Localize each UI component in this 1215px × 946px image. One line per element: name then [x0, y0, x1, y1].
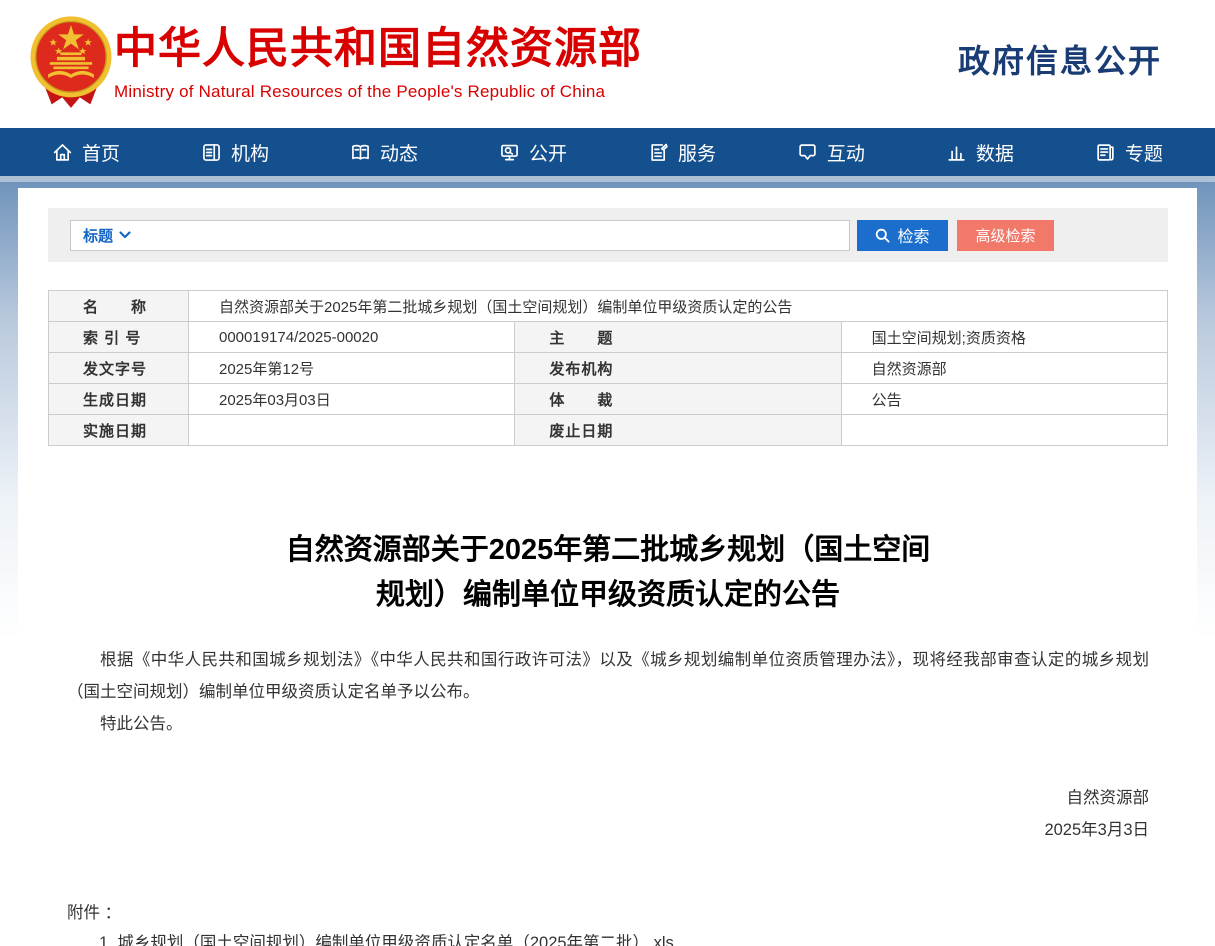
nav-item-label: 机构: [231, 139, 269, 166]
table-row: 生成日期 2025年03月03日 体 裁 公告: [49, 384, 1168, 415]
meta-value-doc-number: 2025年第12号: [189, 353, 515, 384]
article-body: 根据《中华人民共和国城乡规划法》《中华人民共和国行政许可法》以及《城乡规划编制单…: [67, 644, 1149, 740]
meta-label-effective-date: 实施日期: [49, 415, 189, 446]
topics-icon: [1095, 142, 1116, 163]
content-panel: 标题 检索 高级检索 名 称 自然资源部关于2025年第二批城乡规划（国土空间规…: [18, 188, 1197, 946]
nav-item-label: 数据: [976, 139, 1014, 166]
interaction-icon: [797, 142, 818, 163]
nav-item-data[interactable]: 数据: [946, 139, 1014, 166]
meta-value-subject: 国土空间规划;资质资格: [841, 322, 1167, 353]
meta-label-generated-date: 生成日期: [49, 384, 189, 415]
meta-label-issuing-agency: 发布机构: [515, 353, 841, 384]
meta-value-effective-date: [189, 415, 515, 446]
nav-item-label: 首页: [82, 139, 120, 166]
table-row: 索 引 号 000019174/2025-00020 主 题 国土空间规划;资质…: [49, 322, 1168, 353]
nav-item-topics[interactable]: 专题: [1095, 139, 1163, 166]
disclosure-icon: [499, 142, 520, 163]
nav-item-label: 动态: [380, 139, 418, 166]
nav-item-label: 专题: [1125, 139, 1163, 166]
nav-item-home[interactable]: 首页: [52, 139, 120, 166]
attachments-label: 附件 ：: [67, 898, 1149, 928]
search-field-selector[interactable]: 标题: [83, 225, 131, 246]
meta-value-genre: 公告: [841, 384, 1167, 415]
meta-label-genre: 体 裁: [515, 384, 841, 415]
nav-item-disclosure[interactable]: 公开: [499, 139, 567, 166]
table-row: 名 称 自然资源部关于2025年第二批城乡规划（国土空间规划）编制单位甲级资质认…: [49, 291, 1168, 322]
page-background: 标题 检索 高级检索 名 称 自然资源部关于2025年第二批城乡规划（国土空间规…: [0, 182, 1215, 946]
nav-item-interaction[interactable]: 互动: [797, 139, 865, 166]
article-title-line1: 自然资源部关于2025年第二批城乡规划（国土空间: [67, 528, 1149, 573]
meta-value-index-number: 000019174/2025-00020: [189, 322, 515, 353]
article-title: 自然资源部关于2025年第二批城乡规划（国土空间 规划）编制单位甲级资质认定的公…: [67, 528, 1149, 618]
meta-label-subject: 主 题: [515, 322, 841, 353]
advanced-search-button[interactable]: 高级检索: [957, 220, 1054, 251]
search-band: 标题 检索 高级检索: [48, 208, 1168, 262]
search-button[interactable]: 检索: [857, 220, 948, 251]
meta-value-generated-date: 2025年03月03日: [189, 384, 515, 415]
article-paragraph: 特此公告。: [67, 708, 1149, 740]
attachment-link-1[interactable]: 1. 城乡规划（国土空间规划）编制单位甲级资质认定名单（2025年第二批）.xl…: [99, 928, 1149, 946]
document-meta-table: 名 称 自然资源部关于2025年第二批城乡规划（国土空间规划）编制单位甲级资质认…: [48, 290, 1168, 446]
meta-label-index-number: 索 引 号: [49, 322, 189, 353]
nav-item-label: 公开: [529, 139, 567, 166]
meta-label-repeal-date: 废止日期: [515, 415, 841, 446]
article-paragraph: 根据《中华人民共和国城乡规划法》《中华人民共和国行政许可法》以及《城乡规划编制单…: [67, 644, 1149, 708]
chevron-down-icon: [119, 231, 131, 239]
article: 自然资源部关于2025年第二批城乡规划（国土空间 规划）编制单位甲级资质认定的公…: [48, 528, 1168, 946]
search-field-selector-label: 标题: [83, 225, 113, 246]
signature-date: 2025年3月3日: [67, 814, 1149, 846]
china-national-emblem-icon: [27, 11, 115, 115]
nav-item-news[interactable]: 动态: [350, 139, 418, 166]
nav-item-organization[interactable]: 机构: [201, 139, 269, 166]
brand-block: 中华人民共和国自然资源部 Ministry of Natural Resourc…: [114, 26, 642, 102]
search-button-label: 检索: [897, 223, 929, 247]
organization-icon: [201, 142, 222, 163]
article-title-line2: 规划）编制单位甲级资质认定的公告: [67, 573, 1149, 618]
search-box: 标题: [70, 220, 850, 251]
signature-agency: 自然资源部: [67, 782, 1149, 814]
site-title-english: Ministry of Natural Resources of the Peo…: [114, 82, 642, 102]
news-icon: [350, 142, 371, 163]
table-row: 发文字号 2025年第12号 发布机构 自然资源部: [49, 353, 1168, 384]
site-title: 中华人民共和国自然资源部: [114, 26, 642, 73]
service-icon: [648, 142, 669, 163]
search-icon: [875, 228, 890, 243]
meta-value-name: 自然资源部关于2025年第二批城乡规划（国土空间规划）编制单位甲级资质认定的公告: [189, 291, 1168, 322]
nav-item-label: 服务: [678, 139, 716, 166]
meta-value-repeal-date: [841, 415, 1167, 446]
table-row: 实施日期 废止日期: [49, 415, 1168, 446]
nav-item-label: 互动: [827, 139, 865, 166]
page-section-title: 政府信息公开: [958, 36, 1162, 82]
main-nav: 首页 机构 动态 公开 服务 互动 数据 专题: [0, 128, 1215, 176]
meta-value-issuing-agency: 自然资源部: [841, 353, 1167, 384]
meta-label-doc-number: 发文字号: [49, 353, 189, 384]
meta-label-name: 名 称: [49, 291, 189, 322]
nav-item-service[interactable]: 服务: [648, 139, 716, 166]
signature-block: 自然资源部 2025年3月3日: [67, 782, 1149, 846]
search-input[interactable]: [131, 222, 837, 248]
home-icon: [52, 142, 73, 163]
attachments-section: 附件 ： 1. 城乡规划（国土空间规划）编制单位甲级资质认定名单（2025年第二…: [67, 898, 1149, 946]
site-header: 中华人民共和国自然资源部 Ministry of Natural Resourc…: [0, 0, 1215, 128]
data-icon: [946, 142, 967, 163]
